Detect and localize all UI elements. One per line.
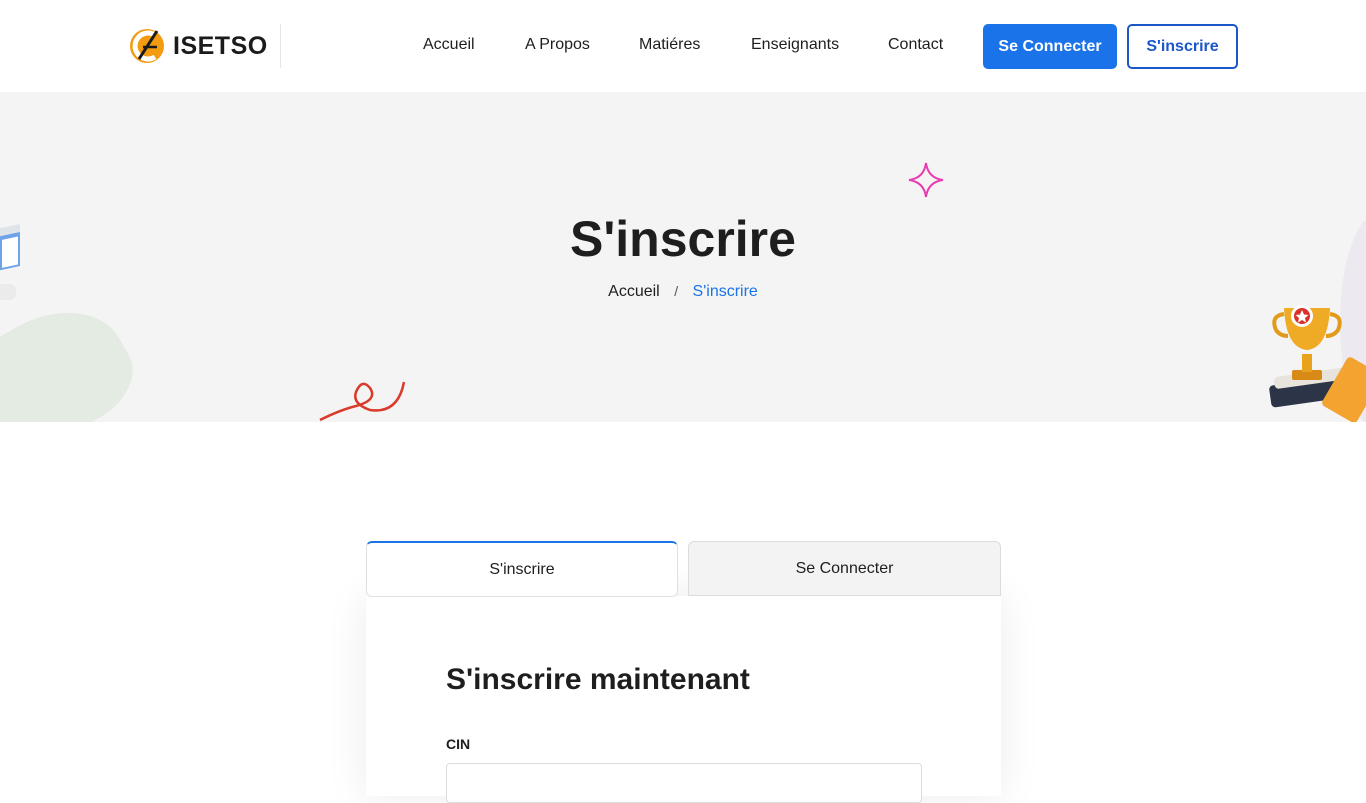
tab-login[interactable]: Se Connecter: [688, 541, 1001, 596]
site-header: ISETSO Accueil A Propos Matiéres Enseign…: [0, 0, 1366, 92]
breadcrumb-home[interactable]: Accueil: [608, 283, 660, 300]
signup-card: S'inscrire Se Connecter S'inscrire maint…: [366, 541, 1001, 803]
nav-item-matieres[interactable]: Matiéres: [639, 36, 700, 54]
breadcrumb: Accueil / S'inscrire: [0, 283, 1366, 301]
breadcrumb-separator: /: [674, 283, 679, 299]
sparkle-icon: [908, 162, 944, 198]
page-title: S'inscrire: [570, 211, 796, 267]
cin-input[interactable]: [446, 763, 922, 803]
page-hero: S'inscrire Accueil / S'inscrire: [0, 92, 1366, 422]
brand-name: ISETSO: [173, 31, 268, 60]
login-button[interactable]: Se Connecter: [983, 24, 1117, 69]
logo-icon: [130, 29, 164, 63]
header-divider: [280, 24, 281, 68]
nav-item-a-propos[interactable]: A Propos: [525, 36, 590, 54]
trophy-icon: [1269, 305, 1366, 422]
nav-item-enseignants[interactable]: Enseignants: [751, 36, 839, 54]
nav-item-contact[interactable]: Contact: [888, 36, 943, 54]
signup-button[interactable]: S'inscrire: [1127, 24, 1238, 69]
squiggle-icon: [319, 381, 406, 422]
cin-label: CIN: [446, 736, 471, 752]
logo[interactable]: ISETSO: [127, 25, 268, 67]
decorative-blob: [0, 285, 149, 422]
form-title: S'inscrire maintenant: [446, 663, 750, 696]
breadcrumb-current: S'inscrire: [692, 283, 758, 300]
tab-signup[interactable]: S'inscrire: [366, 541, 678, 597]
nav-item-accueil[interactable]: Accueil: [423, 36, 475, 54]
